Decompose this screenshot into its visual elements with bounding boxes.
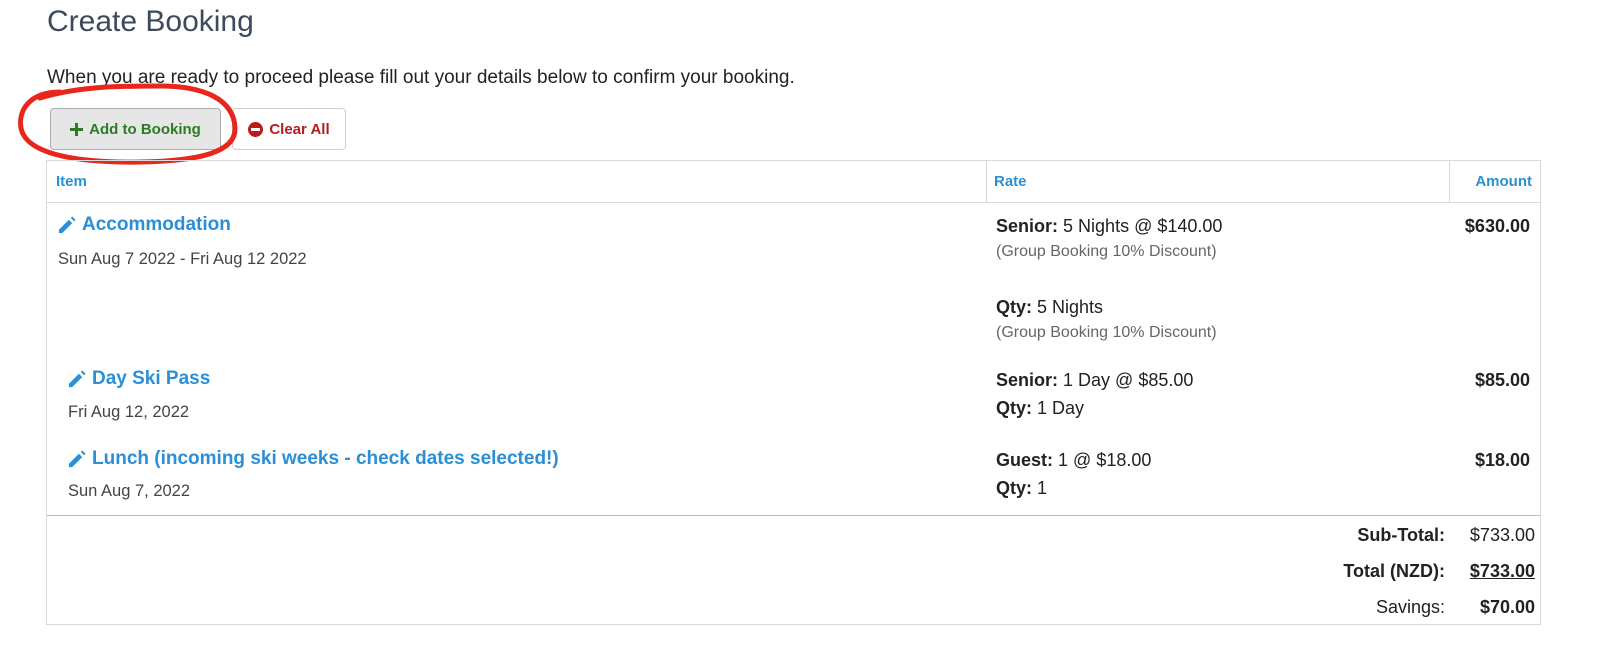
item-label: Day Ski Pass: [92, 368, 211, 389]
rate-line: Qty: 1 Day: [996, 398, 1085, 418]
clear-all-button[interactable]: Clear All: [232, 108, 346, 150]
totals-divider: [47, 515, 1540, 516]
savings-value: $70.00: [1479, 597, 1535, 617]
item-amount: $85.00: [1474, 370, 1530, 390]
header-item[interactable]: Item: [56, 173, 87, 190]
rate-note: (Group Booking 10% Discount): [996, 324, 1217, 341]
item-amount: $18.00: [1474, 450, 1530, 470]
plus-icon: [70, 122, 84, 136]
clear-all-label: Clear All: [269, 120, 330, 138]
item-date: Sun Aug 7, 2022: [68, 482, 191, 500]
pencil-icon: [68, 449, 86, 467]
column-divider: [1449, 161, 1450, 202]
subtotal-label: Sub-Total:: [1357, 525, 1445, 545]
pencil-icon: [58, 215, 76, 233]
subtotal-value: $733.00: [1469, 525, 1535, 545]
header-divider: [47, 202, 1540, 203]
add-to-booking-label: Add to Booking: [89, 120, 201, 138]
intro-text: When you are ready to proceed please fil…: [47, 67, 795, 88]
item-link-day-ski-pass[interactable]: Day Ski Pass: [67, 368, 210, 390]
rate-line: Senior: 5 Nights @ $140.00: [996, 216, 1223, 236]
add-to-booking-button[interactable]: Add to Booking: [50, 108, 221, 150]
rate-line: Qty: 1: [996, 478, 1048, 498]
minus-circle-icon: [248, 121, 264, 137]
booking-table: Item Rate Amount Accommodation Sun Aug 7…: [46, 160, 1541, 625]
rate-note: (Group Booking 10% Discount): [996, 243, 1217, 260]
item-label: Lunch (incoming ski weeks - check dates …: [92, 448, 559, 469]
pencil-icon: [68, 369, 86, 387]
item-date: Sun Aug 7 2022 - Fri Aug 12 2022: [58, 250, 307, 268]
header-amount[interactable]: Amount: [1475, 173, 1532, 190]
item-amount: $630.00: [1464, 216, 1530, 236]
rate-line: Senior: 1 Day @ $85.00: [996, 370, 1194, 390]
total-value: $733.00: [1469, 561, 1535, 581]
rate-line: Qty: 5 Nights: [996, 297, 1104, 317]
rate-line: Guest: 1 @ $18.00: [996, 450, 1152, 470]
item-link-lunch[interactable]: Lunch (incoming ski weeks - check dates …: [67, 448, 559, 470]
item-date: Fri Aug 12, 2022: [68, 403, 190, 421]
header-rate[interactable]: Rate: [994, 173, 1027, 190]
item-label: Accommodation: [82, 214, 231, 235]
savings-label: Savings:: [1375, 597, 1445, 617]
total-label: Total (NZD):: [1343, 561, 1445, 581]
item-link-accommodation[interactable]: Accommodation: [57, 214, 231, 236]
page-title: Create Booking: [47, 5, 254, 38]
column-divider: [986, 161, 987, 202]
